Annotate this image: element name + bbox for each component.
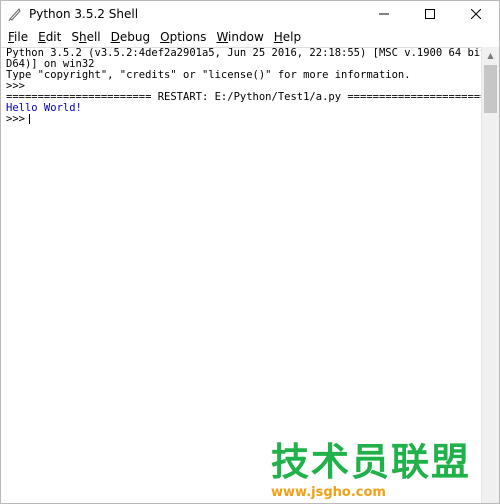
scroll-up-icon[interactable]: ▲ bbox=[482, 47, 499, 63]
close-icon bbox=[471, 9, 481, 19]
menu-shell-rest: ell bbox=[86, 30, 101, 44]
window-title: Python 3.5.2 Shell bbox=[29, 7, 139, 21]
menu-debug[interactable]: Debug bbox=[106, 29, 155, 45]
menu-shell[interactable]: Shell bbox=[66, 29, 105, 45]
current-prompt-line[interactable]: >>> bbox=[1, 114, 482, 125]
vertical-scrollbar[interactable]: ▲ bbox=[481, 47, 499, 503]
menu-window[interactable]: Window bbox=[211, 29, 268, 45]
python-shell-window: Python 3.5.2 Shell File Edit Shell Debug… bbox=[0, 0, 500, 504]
menu-bar: File Edit Shell Debug Options Window Hel… bbox=[1, 27, 499, 47]
window-controls bbox=[361, 1, 499, 27]
watermark-url: www.jsgho.com bbox=[271, 485, 386, 500]
menu-help[interactable]: Help bbox=[269, 29, 306, 45]
menu-shell-accel: h bbox=[78, 30, 87, 44]
menu-file[interactable]: File bbox=[3, 29, 33, 45]
current-prompt: >>> bbox=[6, 113, 25, 125]
maximize-icon bbox=[425, 9, 435, 19]
watermark-logo: 技术员联盟 www.jsgho.com bbox=[271, 441, 496, 503]
menu-options[interactable]: Options bbox=[155, 29, 211, 45]
text-cursor bbox=[28, 114, 30, 124]
scroll-thumb[interactable] bbox=[484, 65, 497, 113]
close-button[interactable] bbox=[453, 1, 499, 27]
banner-line-3: Type "copyright", "credits" or "license(… bbox=[6, 69, 411, 81]
program-output: Hello World! bbox=[6, 102, 82, 114]
watermark-chinese-text: 技术员联盟 bbox=[271, 440, 472, 484]
python-feather-icon bbox=[7, 6, 23, 22]
menu-edit[interactable]: Edit bbox=[33, 29, 66, 45]
minimize-icon bbox=[379, 13, 389, 15]
minimize-button[interactable] bbox=[361, 1, 407, 27]
shell-text-area[interactable]: Python 3.5.2 (v3.5.2:4def2a2901a5, Jun 2… bbox=[1, 47, 499, 503]
title-bar[interactable]: Python 3.5.2 Shell bbox=[1, 1, 499, 27]
maximize-button[interactable] bbox=[407, 1, 453, 27]
